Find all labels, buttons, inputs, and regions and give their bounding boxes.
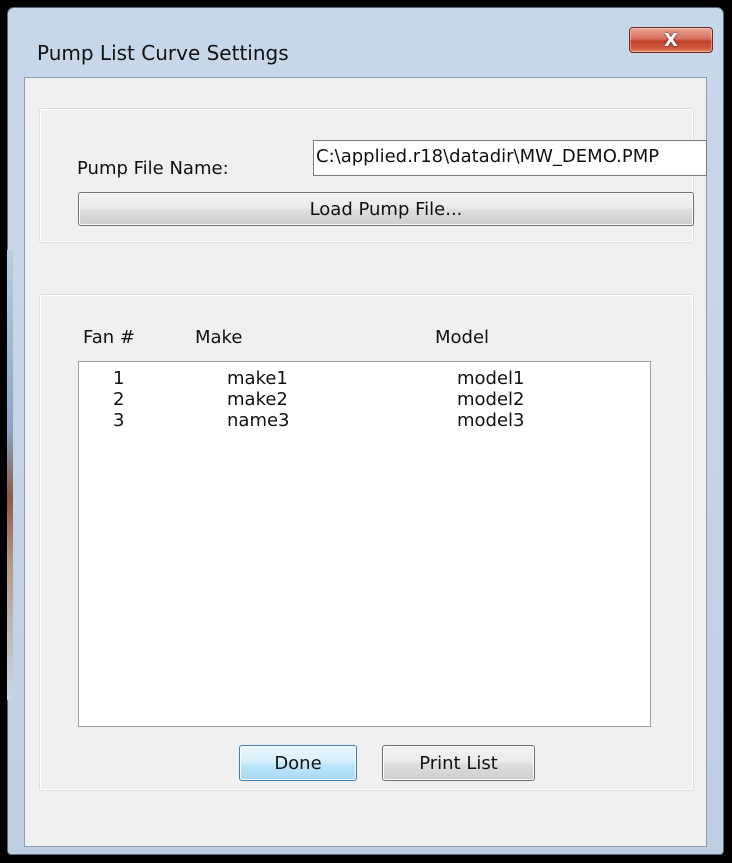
list-item[interactable]: 3 name3 model3 bbox=[79, 410, 650, 432]
model-value: model3 bbox=[457, 410, 525, 431]
fan-number: 2 bbox=[113, 389, 125, 410]
done-button[interactable]: Done bbox=[239, 745, 357, 781]
list-item[interactable]: 2 make2 model2 bbox=[79, 389, 650, 411]
close-button[interactable]: X bbox=[629, 27, 713, 53]
model-value: model1 bbox=[457, 368, 525, 389]
make-value: name3 bbox=[227, 410, 290, 431]
dialog-client-area: Pump File Name: C:\applied.r18\datadir\M… bbox=[24, 77, 707, 847]
model-value: model2 bbox=[457, 389, 525, 410]
load-pump-file-button[interactable]: Load Pump File... bbox=[78, 192, 694, 226]
dialog-window: Pump List Curve Settings X Pump File Nam… bbox=[7, 7, 724, 855]
close-icon: X bbox=[664, 29, 678, 51]
window-title: Pump List Curve Settings bbox=[37, 41, 289, 65]
pump-file-name-input[interactable]: C:\applied.r18\datadir\MW_DEMO.PMP bbox=[313, 140, 707, 176]
column-header-fan: Fan # bbox=[83, 327, 135, 348]
make-value: make1 bbox=[227, 368, 288, 389]
column-header-model: Model bbox=[435, 327, 490, 348]
pump-listbox[interactable]: 1 make1 model1 2 make2 model2 3 name3 mo… bbox=[78, 361, 651, 727]
fan-number: 3 bbox=[113, 410, 125, 431]
print-list-button[interactable]: Print List bbox=[382, 745, 535, 781]
make-value: make2 bbox=[227, 389, 288, 410]
title-bar[interactable]: Pump List Curve Settings X bbox=[8, 8, 723, 76]
list-item[interactable]: 1 make1 model1 bbox=[79, 368, 650, 390]
screenshot-frame: Pump List Curve Settings X Pump File Nam… bbox=[0, 0, 732, 863]
fan-number: 1 bbox=[113, 368, 125, 389]
pump-file-name-label: Pump File Name: bbox=[77, 158, 229, 179]
column-header-make: Make bbox=[195, 327, 243, 348]
background-window-edge bbox=[7, 250, 13, 700]
